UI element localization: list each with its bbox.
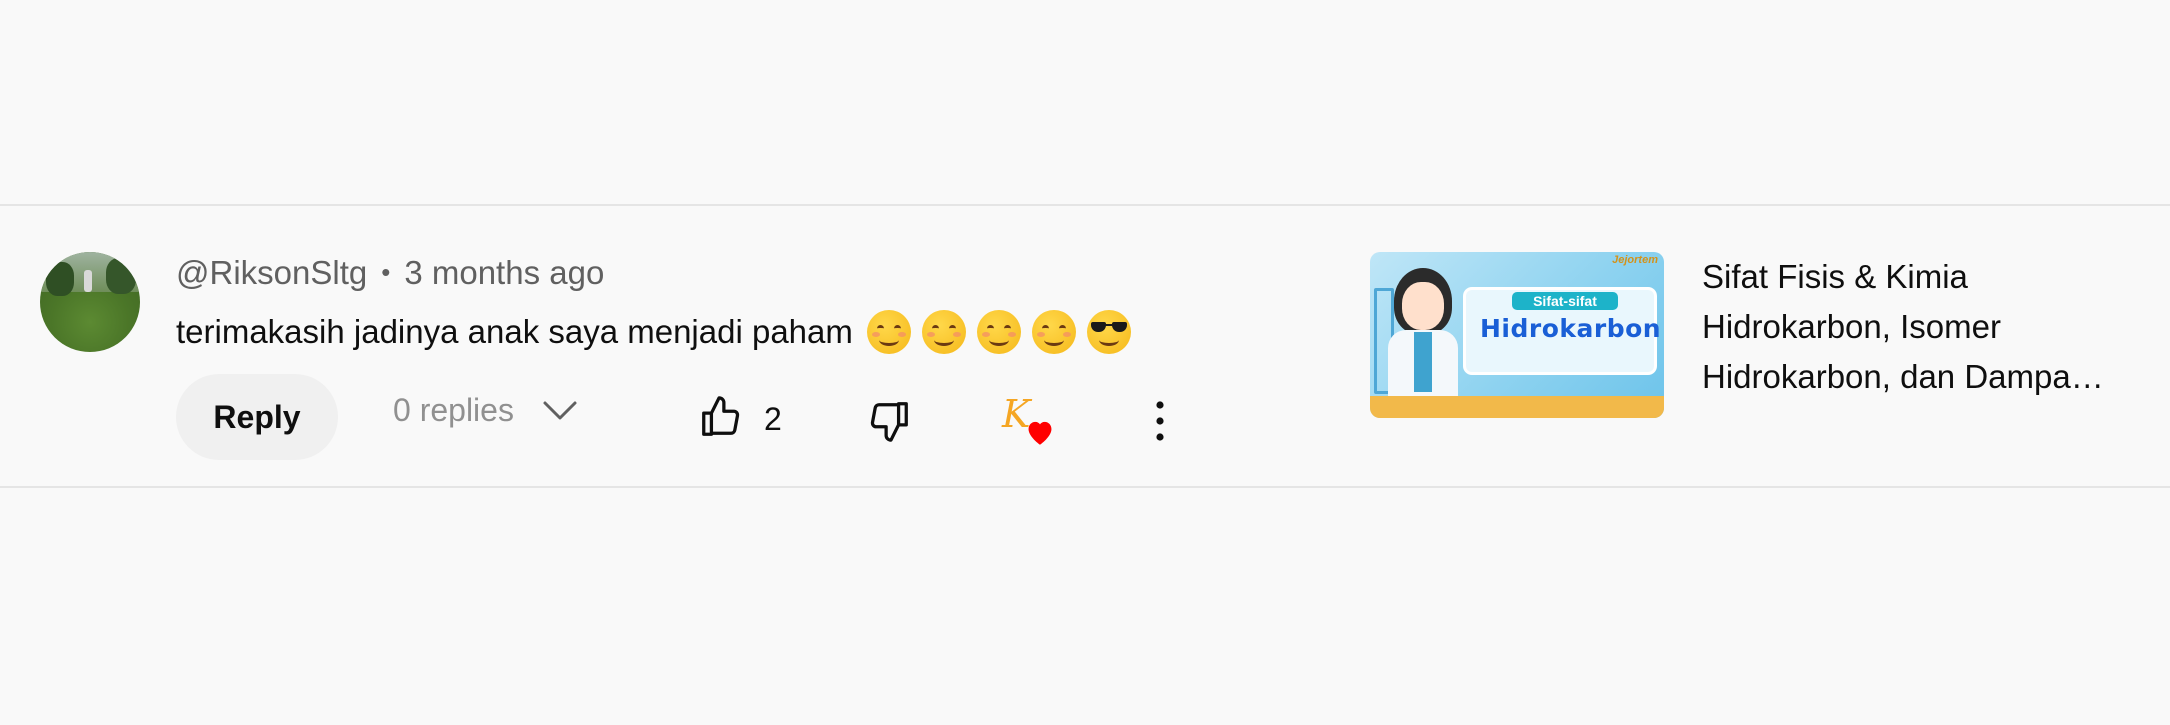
replies-toggle[interactable]: 0 replies: [393, 392, 578, 429]
smiling-face-icon: [866, 310, 911, 354]
avatar-tree: [46, 262, 74, 296]
heart-icon: [1024, 418, 1056, 451]
comment-row: @RiksonSltg • 3 months ago terimakasih jad…: [0, 204, 2170, 488]
like-count: 2: [764, 401, 782, 437]
like-button[interactable]: 2: [698, 394, 782, 445]
smiling-face-icon: [976, 310, 1021, 354]
creator-heart-badge: K: [1002, 392, 1062, 456]
thumbnail-floor: [1370, 396, 1664, 418]
video-title-line: Sifat Fisis & Kimia: [1702, 258, 1968, 295]
comment-meta: @RiksonSltg • 3 months ago: [176, 254, 604, 292]
author-name[interactable]: @RiksonSltg: [176, 254, 367, 291]
thumbnail-character-shirt: [1414, 332, 1432, 392]
avatar[interactable]: [40, 252, 140, 352]
smiling-face-icon: [1031, 310, 1076, 354]
more-actions-button[interactable]: [1146, 398, 1174, 449]
thumbs-down-icon: [866, 402, 912, 448]
meta-separator: •: [381, 257, 391, 287]
avatar-figure: [84, 270, 92, 292]
avatar-tree: [106, 258, 136, 294]
vertical-ellipsis-icon: [1146, 401, 1174, 448]
thumbnail-character-face: [1402, 282, 1444, 330]
video-title-line: Hidrokarbon, Isomer: [1702, 308, 2001, 345]
smiling-face-icon: [921, 310, 966, 354]
video-title[interactable]: Sifat Fisis & Kimia Hidrokarbon, Isomer …: [1702, 252, 2132, 402]
video-title-line: Hidrokarbon, dan Dampa…: [1702, 358, 2104, 395]
video-thumbnail[interactable]: Sifat-sifat Hidrokarbon Jejortem: [1370, 252, 1664, 418]
thumbnail-brand: Jejortem: [1612, 254, 1658, 266]
thumbs-up-icon: [698, 394, 744, 445]
dislike-button[interactable]: [866, 398, 912, 449]
comment-text: terimakasih jadinya anak saya menjadi pa…: [176, 313, 853, 350]
chevron-down-icon: [542, 400, 578, 422]
thumbnail-tag: Sifat-sifat: [1512, 292, 1618, 310]
replies-count-label: 0 replies: [393, 392, 514, 428]
comment-body: terimakasih jadinya anak saya menjadi pa…: [176, 310, 1131, 354]
reply-button[interactable]: Reply: [176, 374, 338, 460]
sunglasses-face-icon: [1086, 310, 1131, 354]
comment-timestamp[interactable]: 3 months ago: [404, 254, 604, 291]
thumbnail-title: Hidrokarbon: [1480, 314, 1662, 343]
